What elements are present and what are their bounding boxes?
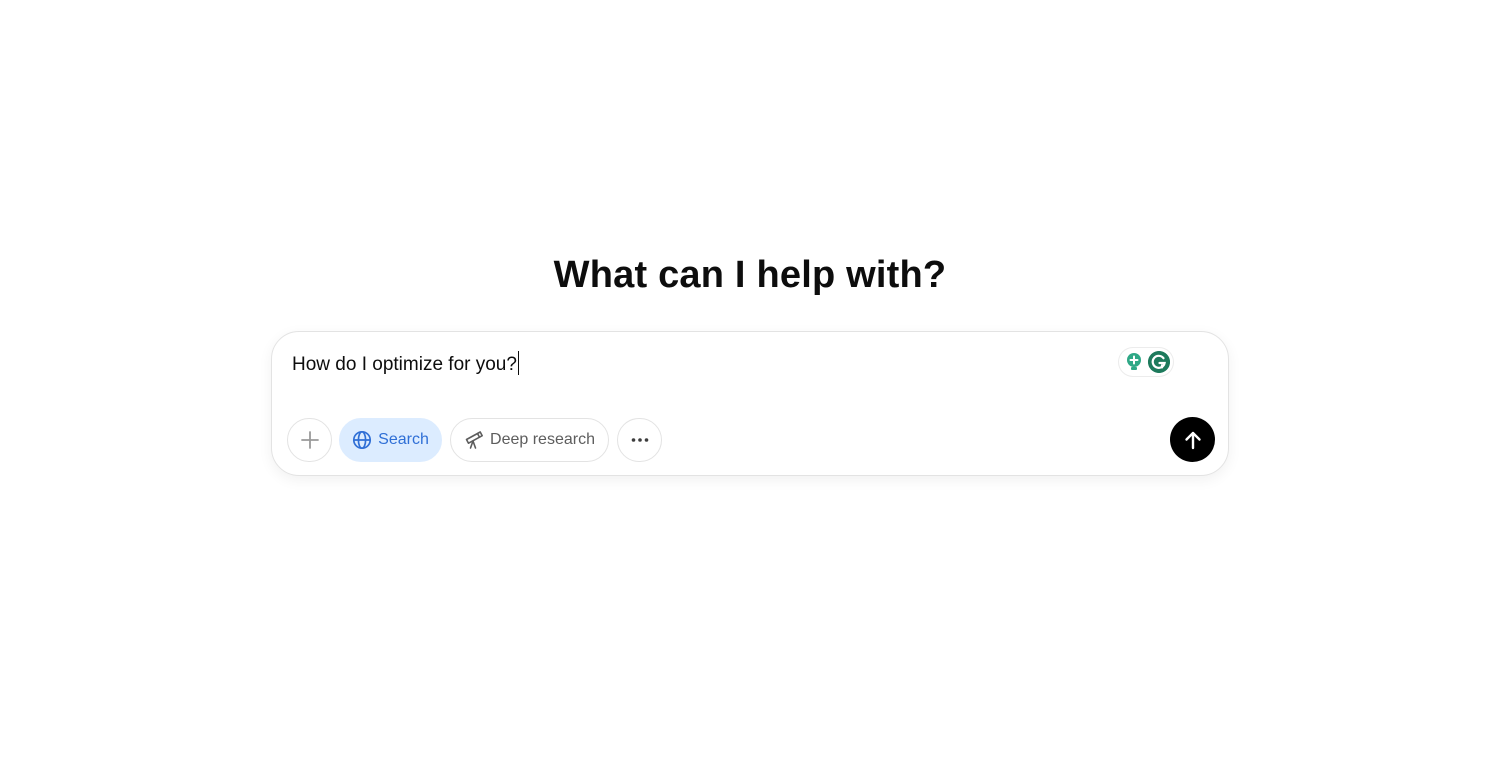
more-tools-button[interactable] [617, 418, 662, 462]
prompt-input-value: How do I optimize for you? [292, 354, 517, 375]
send-button[interactable] [1170, 417, 1215, 462]
search-button-label: Search [378, 431, 429, 448]
text-caret [517, 351, 519, 375]
plus-icon [300, 431, 319, 449]
deep-research-button[interactable]: Deep research [450, 418, 609, 462]
chat-home-page: What can I help with? How do I optimize … [0, 0, 1488, 777]
telescope-icon [465, 431, 484, 449]
writing-assistant-widget[interactable] [1119, 348, 1173, 376]
search-button[interactable]: Search [339, 418, 442, 462]
attach-button[interactable] [287, 418, 332, 462]
prompt-composer: How do I optimize for you? Search Deep r… [271, 331, 1229, 476]
arrow-up-icon [1184, 431, 1201, 449]
prompt-input[interactable]: How do I optimize for you? [292, 351, 519, 377]
globe-icon [353, 430, 372, 450]
page-title: What can I help with? [553, 254, 947, 296]
deep-research-button-label: Deep research [490, 431, 595, 448]
grammarly-icon[interactable] [1148, 351, 1170, 373]
ellipsis-icon [631, 438, 648, 442]
lightbulb-icon[interactable] [1125, 352, 1143, 372]
